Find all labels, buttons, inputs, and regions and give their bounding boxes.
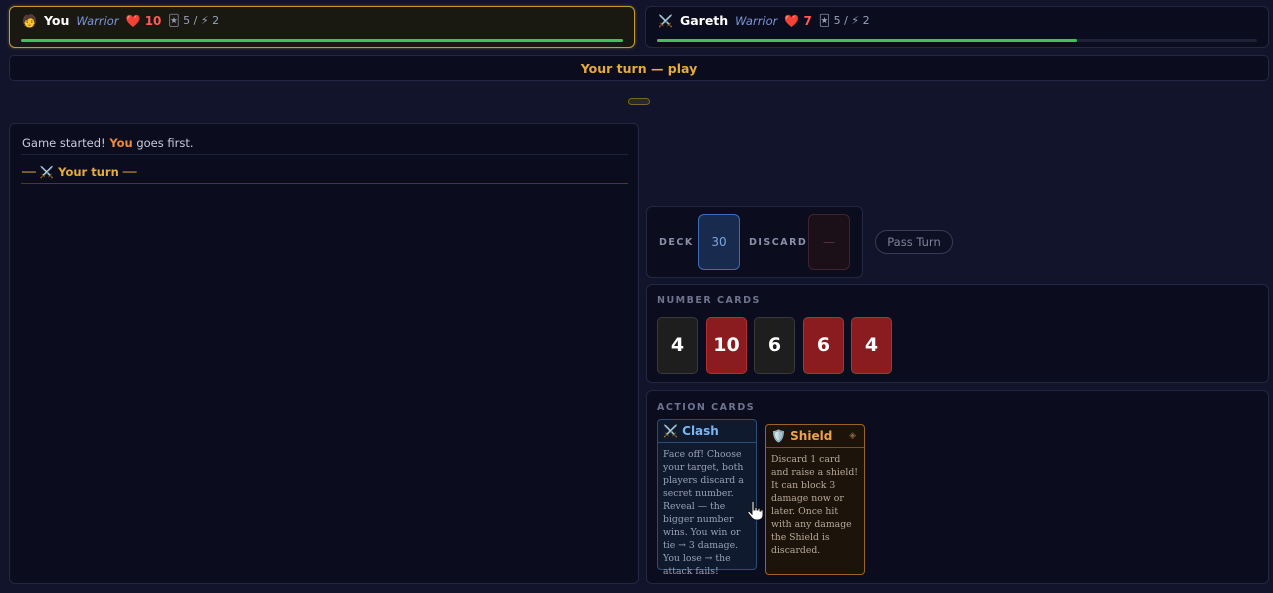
- crossed-swords-icon: ⚔️: [663, 424, 678, 438]
- energy-count: 2: [862, 14, 870, 27]
- divider: [21, 154, 628, 155]
- card-title: ⚔️ Clash: [663, 424, 719, 438]
- section-label: NUMBER CARDS: [657, 295, 761, 306]
- deck-panel: DECK 30 DISCARD —: [646, 206, 863, 278]
- player-name: Gareth: [679, 13, 729, 28]
- number-card[interactable]: 6: [754, 317, 795, 374]
- hp-bar-fill: [657, 39, 1077, 42]
- heart-icon: ❤️: [125, 13, 141, 28]
- hp-bar-fill: [21, 39, 623, 42]
- hp-bar: [657, 39, 1257, 42]
- cards-icon: 🃏: [818, 14, 831, 27]
- number-card[interactable]: 6: [803, 317, 844, 374]
- cards-count: 5: [183, 14, 191, 27]
- shield-icon: 🛡️: [771, 429, 786, 443]
- discard-pile[interactable]: —: [808, 214, 850, 270]
- hp-value: 7: [803, 13, 812, 28]
- energy-count: 2: [212, 14, 220, 27]
- card-description: Face off! Choose your target, both playe…: [663, 449, 744, 577]
- divider: [658, 442, 756, 443]
- card-title: 🛡️ Shield: [771, 429, 833, 443]
- hp-bar: [21, 39, 623, 42]
- diamond-icon: ◈: [849, 431, 856, 441]
- action-card-clash[interactable]: ⚔️ Clash Face off! Choose your target, b…: [657, 419, 757, 577]
- heart-icon: ❤️: [784, 13, 800, 28]
- avatar: 🧑: [22, 13, 37, 28]
- player-name: You: [43, 13, 70, 28]
- lightning-icon: ⚡: [200, 14, 209, 27]
- card-description: Discard 1 card and raise a shield! It ca…: [771, 454, 859, 556]
- log-turn-marker: ── ⚔️ Your turn ──: [22, 165, 137, 179]
- cards-icon: 🃏: [168, 14, 180, 27]
- player-class: Warrior: [735, 13, 778, 28]
- game-log: Game started! You goes first. ── ⚔️ Your…: [9, 123, 639, 584]
- hp-value: 10: [144, 13, 162, 28]
- deck-label: DECK: [659, 237, 694, 248]
- pass-turn-button[interactable]: Pass Turn: [875, 230, 953, 254]
- player-class: Warrior: [76, 13, 119, 28]
- hp-display: ❤️ 10: [126, 14, 162, 28]
- lightning-icon: ⚡: [851, 14, 860, 27]
- discard-label: DISCARD: [749, 237, 808, 248]
- number-card[interactable]: 4: [657, 317, 698, 374]
- card-energy-stat: 🃏 5 / ⚡ 2: [818, 14, 870, 27]
- player-panel-you: 🧑 You Warrior ❤️ 10 🃏 5 / ⚡ 2: [9, 6, 635, 48]
- hp-display: ❤️ 7: [784, 14, 812, 28]
- number-card[interactable]: 4: [851, 317, 892, 374]
- deck-pile[interactable]: 30: [698, 214, 740, 270]
- number-card[interactable]: 10: [706, 317, 747, 374]
- log-entry: Game started! You goes first.: [22, 136, 194, 150]
- turn-banner: Your turn — play: [9, 55, 1269, 81]
- status-pill: [628, 98, 650, 105]
- crossed-swords-icon: ⚔️: [658, 13, 673, 28]
- divider: [766, 447, 864, 448]
- player-panel-gareth[interactable]: ⚔️ Gareth Warrior ❤️ 7 🃏 5 / ⚡ 2: [645, 6, 1269, 48]
- action-card-shield[interactable]: 🛡️ Shield ◈ Discard 1 card and raise a s…: [765, 424, 865, 575]
- cards-count: 5: [833, 14, 841, 27]
- action-cards-panel: ACTION CARDS ⚔️ Clash Face off! Choose y…: [646, 390, 1269, 584]
- divider: [21, 183, 628, 184]
- section-label: ACTION CARDS: [657, 402, 756, 413]
- hand-pointer-icon: [747, 500, 764, 521]
- card-energy-stat: 🃏 5 / ⚡ 2: [168, 14, 220, 27]
- number-cards-panel: NUMBER CARDS 4 10 6 6 4: [646, 284, 1269, 383]
